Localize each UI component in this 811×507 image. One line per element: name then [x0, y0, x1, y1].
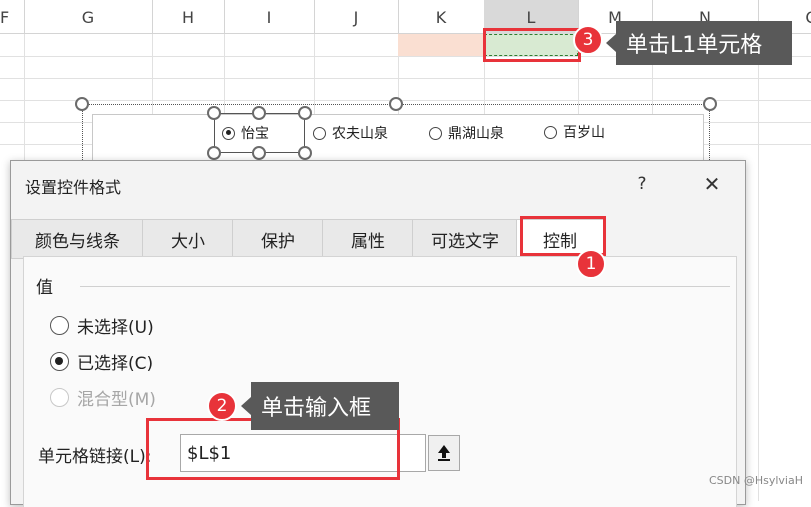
group-handle-top-left[interactable]	[75, 97, 89, 111]
option-handle-top-middle[interactable]	[252, 106, 266, 120]
option-handle-top-right[interactable]	[298, 106, 312, 120]
tab-bar: 颜色与线条 大小 保护 属性 可选文字 控制	[11, 219, 745, 259]
option-handle-bottom-left[interactable]	[207, 146, 221, 160]
help-button[interactable]: ?	[625, 169, 659, 199]
option-button-dinghu[interactable]: 鼎湖山泉	[429, 122, 504, 144]
radio-selected-icon	[222, 126, 235, 140]
tab-size[interactable]: 大小	[142, 219, 234, 259]
option-handle-bottom-right[interactable]	[298, 146, 312, 160]
radio-selected-icon	[50, 352, 69, 371]
annotation-box-l1	[483, 28, 581, 62]
option-button-baisuishan[interactable]: 百岁山	[544, 121, 605, 143]
option-handle-bottom-middle[interactable]	[252, 146, 266, 160]
dialog-title: 设置控件格式	[25, 178, 122, 197]
option-button-nongfu[interactable]: 农夫山泉	[313, 122, 388, 144]
close-icon: ✕	[703, 172, 721, 196]
group-handle-top-middle[interactable]	[389, 97, 403, 111]
annotation-badge-1: 1	[576, 249, 606, 279]
tab-colors-lines[interactable]: 颜色与线条	[11, 219, 144, 259]
column-header-k[interactable]: K	[398, 0, 485, 34]
annotation-badge-2: 2	[207, 391, 237, 421]
collapse-arrow-icon	[438, 445, 450, 461]
option-handle-top-left[interactable]	[207, 106, 221, 120]
tab-properties[interactable]: 属性	[322, 219, 414, 259]
radio-checked[interactable]: 已选择(C)	[50, 349, 153, 374]
radio-mixed: 混合型(M)	[50, 385, 156, 410]
radio-empty-icon	[50, 316, 69, 335]
annotation-callout-2: 单击输入框	[241, 382, 399, 430]
group-box-inner	[92, 114, 704, 162]
radio-empty-icon	[429, 126, 442, 140]
tab-protection[interactable]: 保护	[232, 219, 324, 259]
close-button[interactable]: ✕	[695, 169, 729, 199]
watermark: CSDN @HsylviaH	[708, 474, 803, 487]
column-header-g[interactable]: G	[24, 0, 153, 34]
radio-unchecked[interactable]: 未选择(U)	[50, 313, 154, 338]
value-section-label: 值	[36, 278, 53, 298]
tab-alt-text[interactable]: 可选文字	[412, 219, 518, 259]
highlighted-cell-range[interactable]	[398, 34, 484, 56]
annotation-badge-3: 3	[573, 25, 603, 55]
cell-link-label: 单元格链接(L):	[38, 447, 152, 467]
option-button-yibao[interactable]: 怡宝	[222, 122, 269, 144]
section-divider	[80, 286, 730, 287]
radio-disabled-icon	[50, 388, 69, 407]
radio-empty-icon	[544, 125, 557, 139]
group-handle-top-right[interactable]	[703, 97, 717, 111]
column-header-i[interactable]: I	[224, 0, 315, 34]
column-header-f[interactable]: F	[0, 0, 25, 34]
column-header-j[interactable]: J	[314, 0, 399, 34]
radio-empty-icon	[313, 126, 326, 140]
collapse-dialog-button[interactable]	[428, 435, 460, 471]
annotation-callout-3: 单击L1单元格	[606, 21, 792, 65]
column-header-h[interactable]: H	[152, 0, 225, 34]
